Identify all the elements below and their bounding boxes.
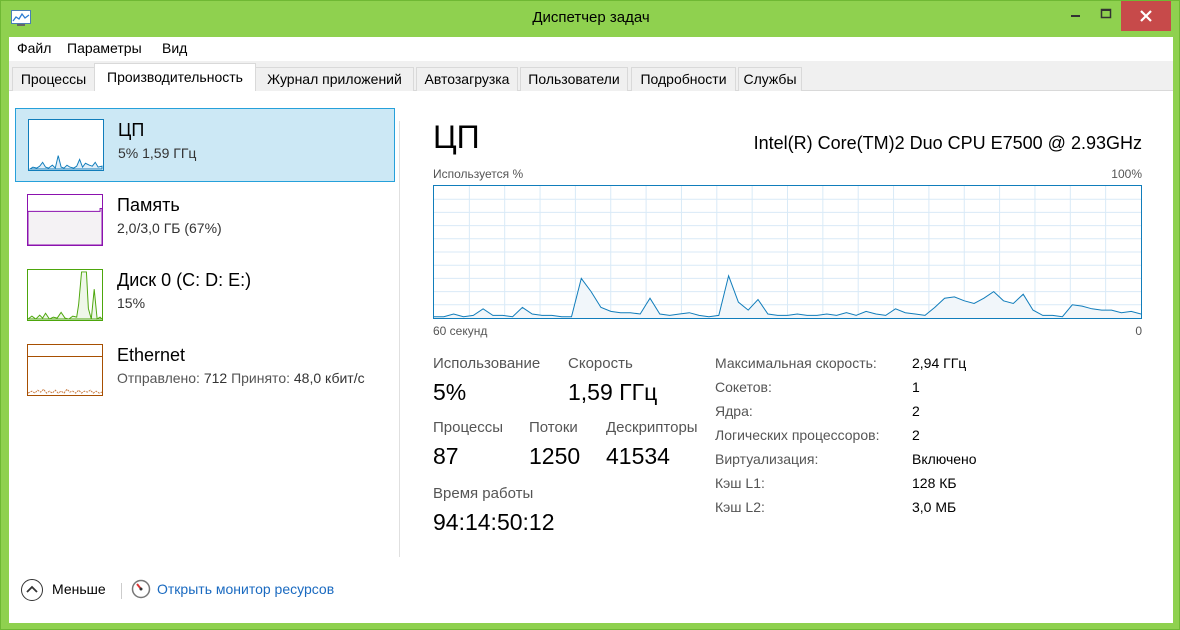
sidebar-item-disk[interactable]: Диск 0 (C: D: E:) 15%	[15, 259, 395, 333]
ethernet-recv-label: Принято:	[231, 370, 290, 386]
chevron-up-icon[interactable]	[21, 579, 43, 601]
l2-cache-label: Кэш L2:	[715, 499, 765, 515]
sidebar-ethernet-name: Ethernet	[117, 345, 186, 365]
ethernet-recv-value: 48,0 кбит/с	[293, 370, 365, 386]
handles-label: Дескрипторы	[606, 419, 698, 436]
sidebar-memory-detail: 2,0/3,0 ГБ (67%)	[117, 220, 222, 236]
sidebar-cpu-name: ЦП	[118, 120, 145, 140]
tab-startup[interactable]: Автозагрузка	[416, 67, 518, 91]
chevron-up-glyph	[26, 585, 38, 593]
menu-options[interactable]: Параметры	[67, 40, 142, 56]
disk-thumbnail-graph	[27, 269, 103, 321]
title-bar[interactable]: Диспетчер задач	[1, 1, 1180, 37]
pane-divider[interactable]	[399, 121, 400, 557]
maximize-button[interactable]	[1091, 1, 1121, 31]
usage-value: 5%	[433, 379, 467, 405]
graph-zero-label: 0	[1135, 324, 1142, 338]
sidebar-item-memory[interactable]: Память 2,0/3,0 ГБ (67%)	[15, 184, 395, 258]
tab-details[interactable]: Подробности	[631, 67, 736, 91]
sidebar-ethernet-detail: Отправлено: 712 Принято: 48,0 кбит/с	[117, 370, 365, 386]
sockets-label: Сокетов:	[715, 379, 772, 395]
sidebar-cpu-detail: 5% 1,59 ГГц	[118, 145, 197, 161]
cores-value: 2	[912, 403, 920, 419]
sidebar-memory-name: Память	[117, 195, 180, 215]
menu-view[interactable]: Вид	[162, 40, 187, 56]
sidebar-disk-name: Диск 0 (C: D: E:)	[117, 270, 252, 290]
sidebar-item-cpu[interactable]: ЦП 5% 1,59 ГГц	[15, 108, 395, 182]
sidebar-disk-detail: 15%	[117, 295, 146, 311]
window-title: Диспетчер задач	[532, 9, 650, 26]
uptime-value: 94:14:50:12	[433, 509, 555, 535]
maximize-icon	[1100, 8, 1112, 19]
max-speed-label: Максимальная скорость:	[715, 355, 877, 371]
virtualization-label: Виртуализация:	[715, 451, 819, 467]
ethernet-sent-label: Отправлено:	[117, 370, 200, 386]
cpu-utilization-graph	[433, 185, 1142, 319]
processes-value: 87	[433, 443, 459, 469]
page-title: ЦП	[433, 119, 480, 155]
cpu-thumbnail-graph	[28, 119, 104, 171]
handles-value: 41534	[606, 443, 670, 469]
menu-file[interactable]: Файл	[17, 40, 51, 56]
logical-processors-label: Логических процессоров:	[715, 427, 880, 443]
graph-utilization-label: Используется %	[433, 167, 524, 181]
virtualization-value: Включено	[912, 451, 977, 467]
open-resource-monitor-link[interactable]: Открыть монитор ресурсов	[157, 581, 334, 597]
tab-users[interactable]: Пользователи	[520, 67, 628, 91]
task-manager-window: Диспетчер задач Файл Параметры Вид Проце…	[0, 0, 1180, 630]
speed-value: 1,59 ГГц	[568, 379, 658, 405]
l1-cache-value: 128 КБ	[912, 475, 957, 491]
speed-label: Скорость	[568, 355, 633, 372]
graph-time-label: 60 секунд	[433, 324, 488, 338]
ethernet-thumbnail-graph	[27, 344, 103, 396]
memory-thumbnail-graph	[27, 194, 103, 246]
logical-processors-value: 2	[912, 427, 920, 443]
ethernet-sent-value: 712	[203, 370, 228, 386]
tab-performance[interactable]: Производительность	[94, 63, 256, 92]
cpu-model-name: Intel(R) Core(TM)2 Duo CPU E7500 @ 2.93G…	[753, 133, 1142, 153]
l2-cache-value: 3,0 МБ	[912, 499, 957, 515]
threads-label: Потоки	[529, 419, 578, 436]
sockets-value: 1	[912, 379, 920, 395]
close-icon	[1140, 10, 1152, 22]
fewer-details-button[interactable]: Меньше	[52, 581, 106, 597]
processes-label: Процессы	[433, 419, 504, 436]
tab-processes[interactable]: Процессы	[12, 67, 95, 91]
footer-separator	[121, 583, 122, 599]
graph-max-label: 100%	[1111, 167, 1142, 181]
performance-pane: ЦП 5% 1,59 ГГц Память 2,0/3,0 ГБ (67%) Д…	[9, 91, 1173, 623]
resource-monitor-icon[interactable]	[131, 579, 151, 599]
menu-bar: Файл Параметры Вид	[9, 37, 1173, 61]
footer-bar: Меньше Открыть монитор ресурсов	[9, 569, 1173, 623]
cpu-utilization-chart	[434, 186, 1142, 318]
threads-value: 1250	[529, 443, 581, 469]
close-button[interactable]	[1121, 1, 1171, 31]
tab-strip: Процессы Производительность Журнал прило…	[9, 61, 1173, 92]
uptime-label: Время работы	[433, 485, 534, 502]
cores-label: Ядра:	[715, 403, 753, 419]
tab-app-history[interactable]: Журнал приложений	[255, 67, 414, 91]
client-area: Файл Параметры Вид Процессы Производител…	[9, 37, 1173, 623]
minimize-icon	[1071, 15, 1080, 17]
tab-services[interactable]: Службы	[738, 67, 802, 91]
l1-cache-label: Кэш L1:	[715, 475, 765, 491]
sidebar-item-ethernet[interactable]: Ethernet Отправлено: 712 Принято: 48,0 к…	[15, 334, 395, 408]
usage-label: Использование	[433, 355, 541, 372]
minimize-button[interactable]	[1061, 1, 1091, 31]
max-speed-value: 2,94 ГГц	[912, 355, 967, 371]
